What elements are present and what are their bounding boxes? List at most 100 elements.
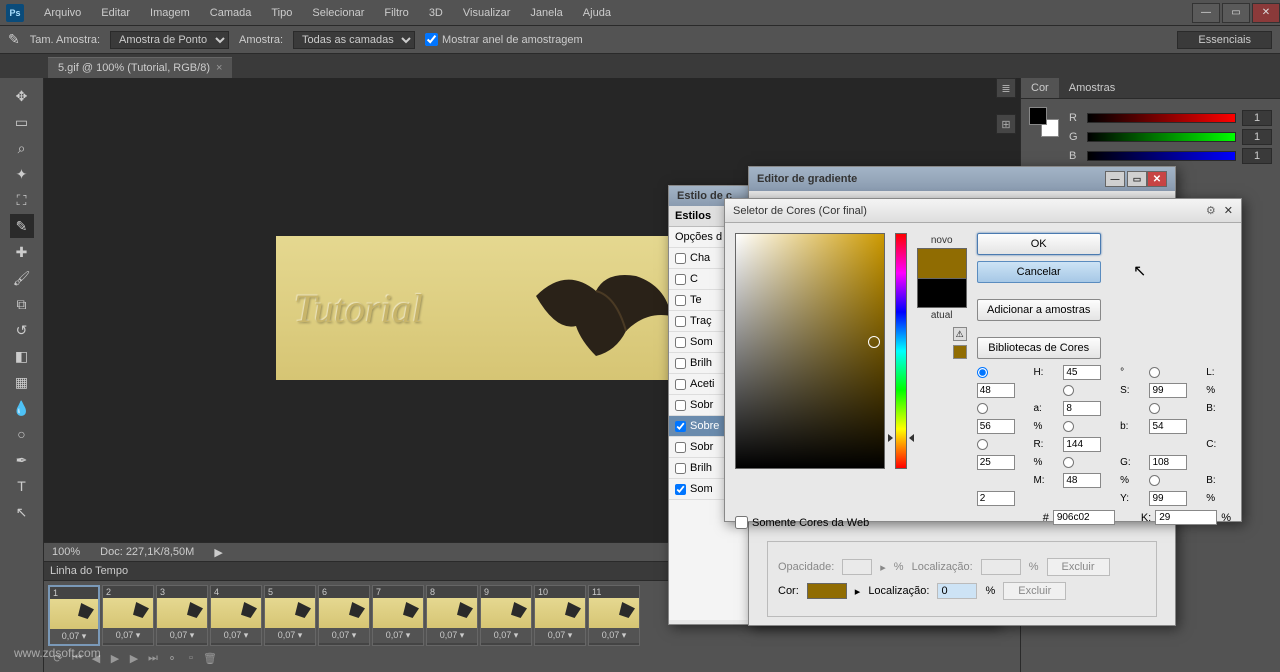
close-button[interactable]: ✕ <box>1252 3 1280 23</box>
b-value[interactable] <box>1242 148 1272 164</box>
document-tab[interactable]: 5.gif @ 100% (Tutorial, RGB/8) × <box>48 57 232 78</box>
h-input[interactable] <box>1063 365 1101 380</box>
timeline-frame[interactable]: 20,07 ▾ <box>102 585 154 646</box>
workspace-switcher[interactable]: Essenciais <box>1177 31 1272 49</box>
bness-radio[interactable] <box>1149 403 1160 414</box>
hex-input[interactable] <box>1053 510 1115 525</box>
minimize-button[interactable]: — <box>1192 3 1220 23</box>
y-input[interactable] <box>1149 491 1187 506</box>
web-only-checkbox[interactable]: Somente Cores da Web <box>735 516 869 529</box>
dodge-tool[interactable]: ○ <box>10 422 34 446</box>
timeline-frame[interactable]: 50,07 ▾ <box>264 585 316 646</box>
show-ring-checkbox[interactable]: Mostrar anel de amostragem <box>425 33 583 46</box>
canvas[interactable]: Tutorial <box>276 236 686 380</box>
g-slider[interactable] <box>1087 132 1236 142</box>
color-picker-title[interactable]: Seletor de Cores (Cor final) ⚙ ✕ <box>725 199 1241 223</box>
stamp-tool[interactable]: ⧉ <box>10 292 34 316</box>
cp-g-input[interactable] <box>1149 455 1187 470</box>
timeline-frame[interactable]: 30,07 ▾ <box>156 585 208 646</box>
marquee-tool[interactable]: ▭ <box>10 110 34 134</box>
history-panel-icon[interactable]: ≣ <box>996 78 1016 98</box>
gradient-editor-title[interactable]: Editor de gradiente — ▭ ✕ <box>749 167 1175 191</box>
play-icon[interactable]: ▶ <box>107 652 123 665</box>
history-brush-tool[interactable]: ↺ <box>10 318 34 342</box>
path-tool[interactable]: ↖ <box>10 500 34 524</box>
type-tool[interactable]: T <box>10 474 34 498</box>
menu-arquivo[interactable]: Arquivo <box>34 7 91 19</box>
color-arrow-icon[interactable]: ▸ <box>855 585 861 598</box>
timeline-frame[interactable]: 40,07 ▾ <box>210 585 262 646</box>
ge-minimize-button[interactable]: — <box>1105 171 1125 187</box>
h-radio[interactable] <box>977 367 988 378</box>
color-marker[interactable] <box>868 336 880 348</box>
delete-frame-icon[interactable]: 🗑 <box>202 652 218 665</box>
eraser-tool[interactable]: ◧ <box>10 344 34 368</box>
c-input[interactable] <box>977 455 1015 470</box>
websafe-icon[interactable] <box>953 345 967 359</box>
timeline-frame[interactable]: 60,07 ▾ <box>318 585 370 646</box>
r-value[interactable] <box>1242 110 1272 126</box>
color-delete-button[interactable]: Excluir <box>1003 582 1066 600</box>
timeline-frame[interactable]: 70,07 ▾ <box>372 585 424 646</box>
ge-close-button[interactable]: ✕ <box>1147 171 1167 187</box>
zoom-level[interactable]: 100% <box>52 546 80 558</box>
show-ring-input[interactable] <box>425 33 438 46</box>
r-radio[interactable] <box>977 439 988 450</box>
menu-ajuda[interactable]: Ajuda <box>573 7 621 19</box>
foreground-swatch[interactable] <box>1029 107 1047 125</box>
blab-radio[interactable] <box>1063 421 1074 432</box>
menu-janela[interactable]: Janela <box>520 7 572 19</box>
cp-b-input[interactable] <box>977 491 1015 506</box>
new-frame-icon[interactable]: ▫ <box>183 652 199 665</box>
cp-r-input[interactable] <box>1063 437 1101 452</box>
timeline-frame[interactable]: 110,07 ▾ <box>588 585 640 646</box>
s-input[interactable] <box>1149 383 1187 398</box>
menu-tipo[interactable]: Tipo <box>261 7 302 19</box>
cp-ok-button[interactable]: OK <box>977 233 1101 255</box>
gradient-tool[interactable]: ▦ <box>10 370 34 394</box>
tab-close-icon[interactable]: × <box>216 62 222 74</box>
last-frame-icon[interactable]: ⏭ <box>145 652 161 665</box>
menu-visualizar[interactable]: Visualizar <box>453 7 521 19</box>
hue-slider[interactable] <box>895 233 907 469</box>
s-radio[interactable] <box>1063 385 1074 396</box>
maximize-button[interactable]: ▭ <box>1222 3 1250 23</box>
warning-icon[interactable]: ⚠ <box>953 327 967 341</box>
properties-panel-icon[interactable]: ⊞ <box>996 114 1016 134</box>
menu-imagem[interactable]: Imagem <box>140 7 200 19</box>
menu-3d[interactable]: 3D <box>419 7 453 19</box>
eyedropper-tool[interactable]: ✎ <box>10 214 34 238</box>
status-play-icon[interactable]: ▶ <box>214 546 222 559</box>
heal-tool[interactable]: ✚ <box>10 240 34 264</box>
cp-settings-icon[interactable]: ⚙ <box>1206 204 1216 217</box>
timeline-frame[interactable]: 90,07 ▾ <box>480 585 532 646</box>
g-value[interactable] <box>1242 129 1272 145</box>
current-color-swatch[interactable] <box>917 278 967 308</box>
menu-filtro[interactable]: Filtro <box>374 7 418 19</box>
k-input[interactable] <box>1155 510 1217 525</box>
swatches-tab[interactable]: Amostras <box>1059 78 1125 98</box>
cp-libraries-button[interactable]: Bibliotecas de Cores <box>977 337 1101 359</box>
pen-tool[interactable]: ✒ <box>10 448 34 472</box>
a-radio[interactable] <box>977 403 988 414</box>
timeline-frame[interactable]: 80,07 ▾ <box>426 585 478 646</box>
move-tool[interactable]: ✥ <box>10 84 34 108</box>
r-slider[interactable] <box>1087 113 1236 123</box>
g-radio[interactable] <box>1063 457 1074 468</box>
a-input[interactable] <box>1063 401 1101 416</box>
sample-size-select[interactable]: Amostra de Ponto <box>110 31 229 49</box>
bblue-radio[interactable] <box>1149 475 1160 486</box>
color-tab[interactable]: Cor <box>1021 78 1059 98</box>
menu-selecionar[interactable]: Selecionar <box>302 7 374 19</box>
tween-icon[interactable]: ⚬ <box>164 652 180 665</box>
cp-add-swatch-button[interactable]: Adicionar a amostras <box>977 299 1101 321</box>
timeline-frame[interactable]: 100,07 ▾ <box>534 585 586 646</box>
color-field[interactable] <box>735 233 885 469</box>
stop-color-swatch[interactable] <box>807 583 847 599</box>
brightness-input[interactable] <box>977 419 1015 434</box>
menu-camada[interactable]: Camada <box>200 7 262 19</box>
blur-tool[interactable]: 💧 <box>10 396 34 420</box>
lasso-tool[interactable]: ⌕ <box>10 136 34 160</box>
ge-maximize-button[interactable]: ▭ <box>1127 171 1147 187</box>
b-slider[interactable] <box>1087 151 1236 161</box>
